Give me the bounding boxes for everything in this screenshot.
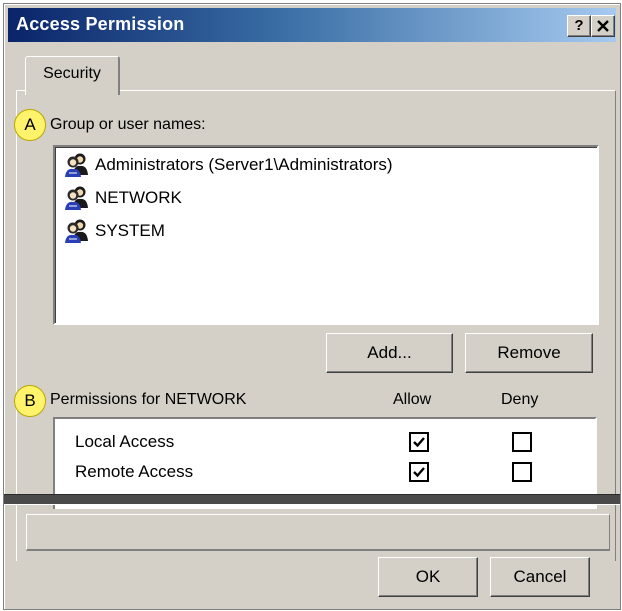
allow-column-header: Allow	[393, 391, 432, 408]
users-group-icon	[65, 219, 88, 243]
screenshot-cut-divider	[4, 494, 620, 505]
user-names-list[interactable]: Administrators (Server1\Administrators) …	[53, 145, 599, 325]
tab-security-label: Security	[43, 65, 101, 82]
permissions-for-label: Permissions for NETWORK	[50, 391, 247, 408]
deny-local-access-checkbox[interactable]	[512, 432, 532, 452]
title-bar[interactable]: Access Permission ?	[8, 8, 616, 42]
cancel-button[interactable]: Cancel	[490, 557, 590, 597]
deny-column-header: Deny	[501, 391, 539, 408]
callout-a-badge: A	[14, 109, 46, 141]
tab-security[interactable]: Security	[25, 56, 120, 95]
allow-remote-access-checkbox[interactable]	[409, 462, 429, 482]
list-item-label: NETWORK	[95, 188, 182, 207]
allow-local-access-checkbox[interactable]	[409, 432, 429, 452]
users-group-icon	[65, 153, 88, 177]
deny-remote-access-checkbox[interactable]	[512, 462, 532, 482]
close-icon	[597, 20, 609, 32]
checkmark-icon	[413, 437, 425, 448]
bottom-panel-edge	[26, 514, 610, 551]
list-item-label: SYSTEM	[95, 221, 165, 240]
users-group-icon	[65, 186, 88, 210]
ok-button[interactable]: OK	[378, 557, 478, 597]
checkmark-icon	[413, 467, 425, 478]
add-button[interactable]: Add...	[326, 333, 453, 373]
remove-button[interactable]: Remove	[465, 333, 593, 373]
help-button[interactable]: ?	[567, 15, 591, 37]
permission-local-access-label: Local Access	[75, 432, 175, 451]
group-or-user-names-label: Group or user names:	[50, 116, 206, 133]
window-title: Access Permission	[16, 14, 185, 34]
list-item-label: Administrators (Server1\Administrators)	[95, 155, 393, 174]
permission-remote-access-label: Remote Access	[75, 462, 194, 481]
close-button[interactable]	[591, 15, 615, 37]
access-permission-dialog: Access Permission ? Security A Group or …	[3, 3, 621, 610]
callout-b-badge: B	[14, 385, 46, 417]
